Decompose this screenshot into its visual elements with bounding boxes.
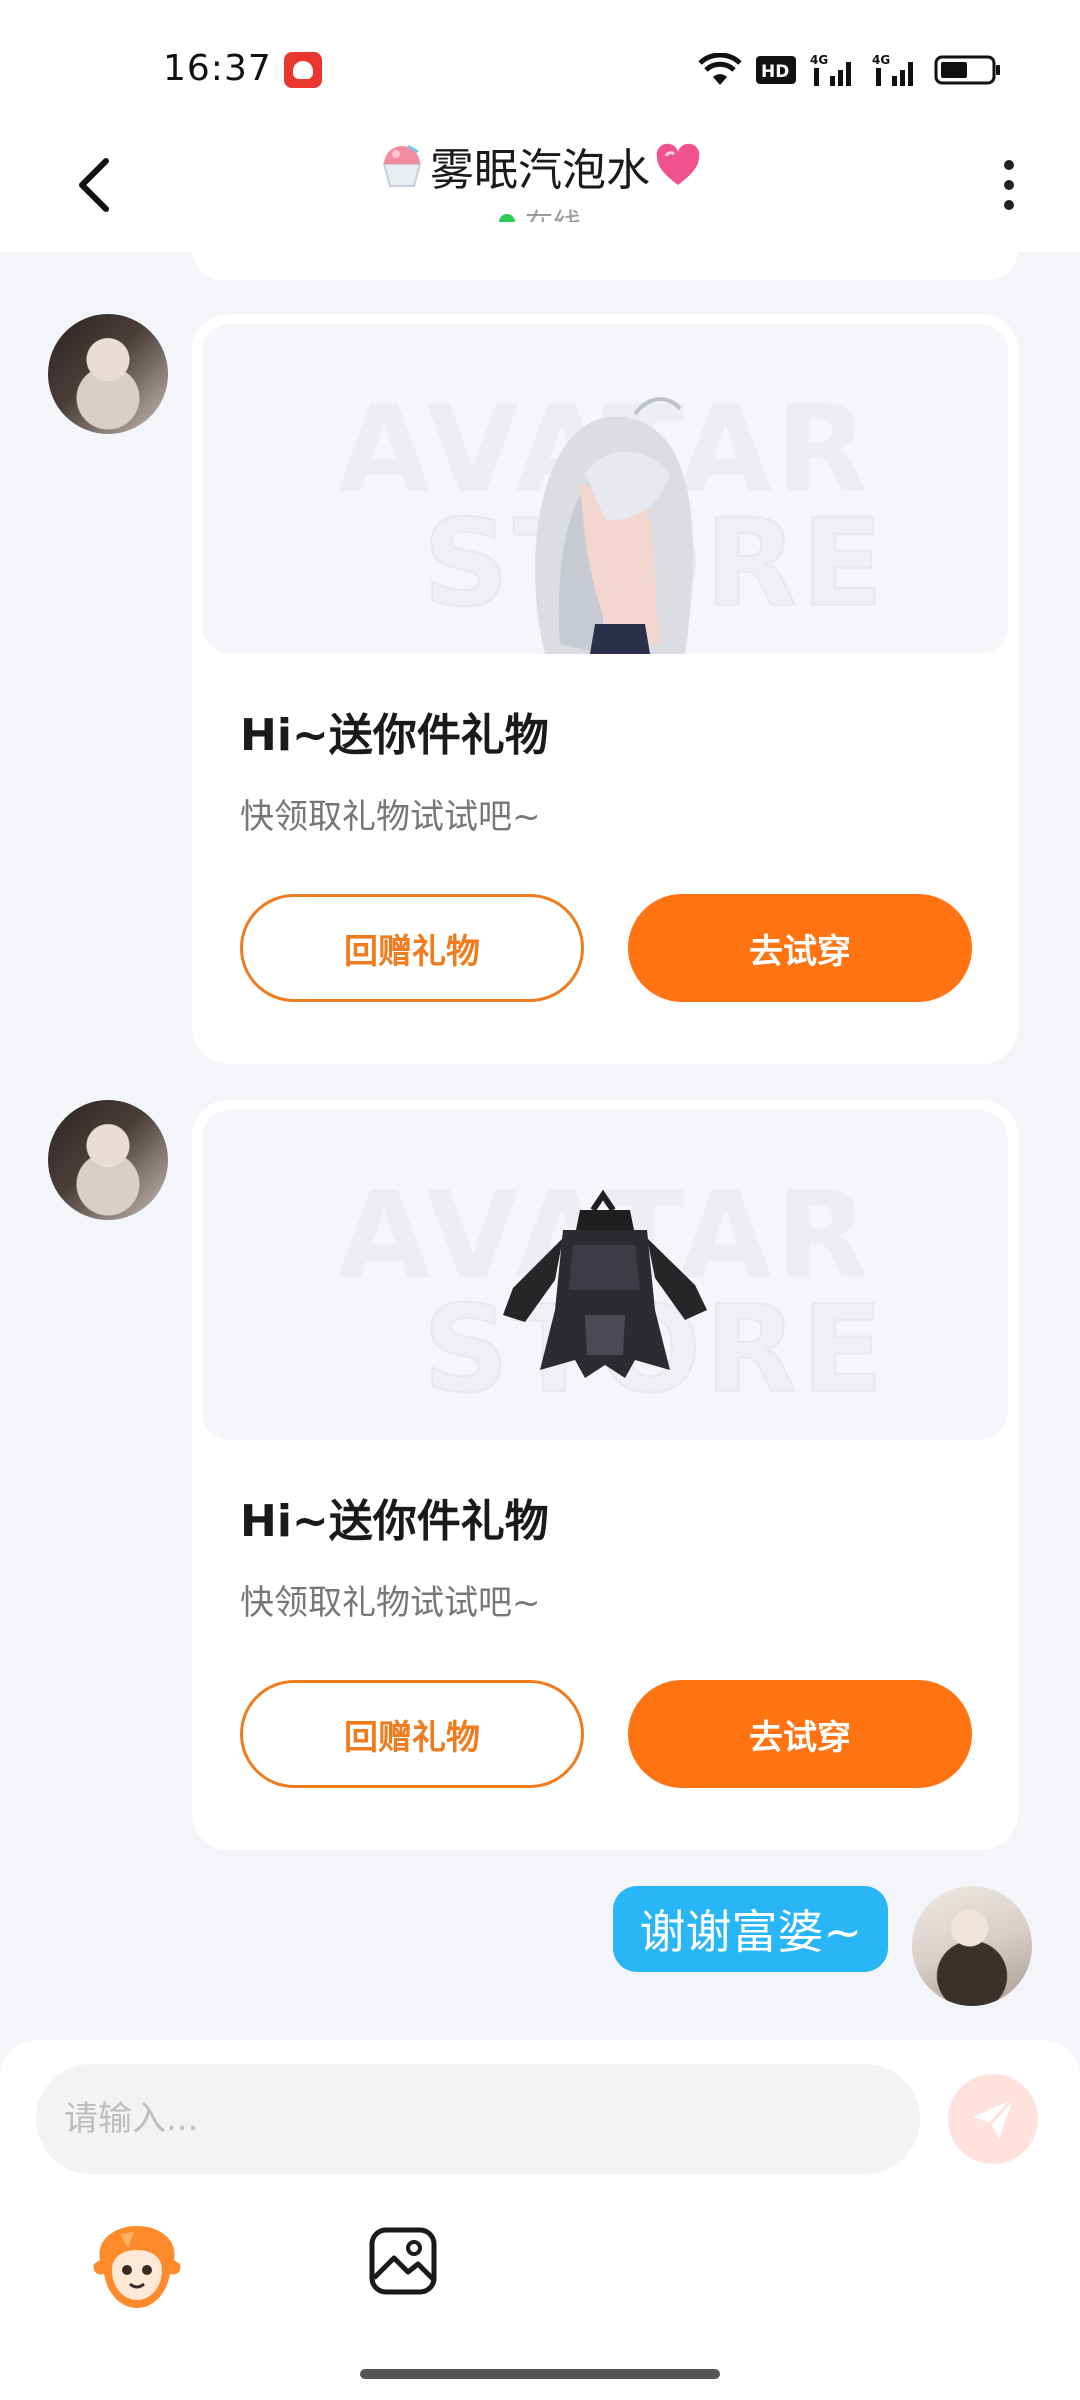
4g-signal-icon: 4G [872,53,913,86]
contact-avatar[interactable] [48,314,168,434]
shaved-ice-icon [382,144,422,187]
send-button[interactable] [948,2074,1038,2164]
svg-text:4G: 4G [810,53,828,67]
gift-title: Hi~送你件礼物 [240,710,549,761]
image-icon [369,2227,437,2295]
status-time: 16:37 [163,48,272,89]
send-icon [973,2097,1015,2139]
gift-hair-image [535,397,694,654]
4g-signal-icon: 4G [810,53,851,86]
try-on-button[interactable]: 去试穿 [628,1680,972,1788]
more-dot-icon [1004,160,1014,170]
contact-avatar[interactable] [48,1100,168,1220]
my-avatar[interactable] [912,1886,1032,2006]
chat-message-list[interactable]: AVATAR STORE Hi~送你件礼物 快领取礼物试试吧~ 回赠礼物 去试穿… [0,222,1080,2042]
app-notification-icon [284,52,322,88]
mascot-emoji-button[interactable] [90,2220,184,2314]
contact-name[interactable]: 雾眠汽泡水 [378,134,702,198]
previous-message-card [192,222,1018,280]
more-options-button[interactable] [994,152,1024,218]
gift-message-card[interactable]: AVATAR STORE Hi~送你件礼物 快领取礼物试试吧~ 回赠礼物 去试穿 [192,1100,1018,1850]
heart-icon [656,143,700,185]
battery-icon [934,55,1000,85]
message-input[interactable] [36,2064,920,2174]
monkey-mascot-icon [93,2226,181,2308]
try-on-button[interactable]: 去试穿 [628,894,972,1002]
wifi-icon [698,53,742,85]
svg-text:4G: 4G [872,53,890,67]
status-bar: 16:37 HD 4G 4G [0,0,1080,130]
svg-text:HD: HD [761,62,789,82]
status-icons: HD 4G 4G [698,50,1002,90]
gift-outfit-image [503,1189,707,1378]
gift-subtitle: 快领取礼物试试吧~ [240,1583,541,1623]
gift-preview[interactable]: AVATAR STORE [202,1110,1008,1440]
gift-subtitle: 快领取礼物试试吧~ [240,797,541,837]
image-picker-button[interactable] [368,2226,438,2296]
outgoing-message-bubble[interactable]: 谢谢富婆~ [613,1886,888,1972]
contact-name-text: 雾眠汽泡水 [430,145,650,196]
input-panel [0,2040,1080,2400]
more-dot-icon [1004,180,1014,190]
gift-title: Hi~送你件礼物 [240,1496,549,1547]
hd-icon: HD [756,56,796,84]
more-dot-icon [1004,200,1014,210]
return-gift-button[interactable]: 回赠礼物 [240,1680,584,1788]
return-gift-button[interactable]: 回赠礼物 [240,894,584,1002]
gift-message-card[interactable]: AVATAR STORE Hi~送你件礼物 快领取礼物试试吧~ 回赠礼物 去试穿 [192,314,1018,1064]
home-indicator[interactable] [360,2369,720,2379]
gift-preview[interactable]: AVATAR STORE [202,324,1008,654]
